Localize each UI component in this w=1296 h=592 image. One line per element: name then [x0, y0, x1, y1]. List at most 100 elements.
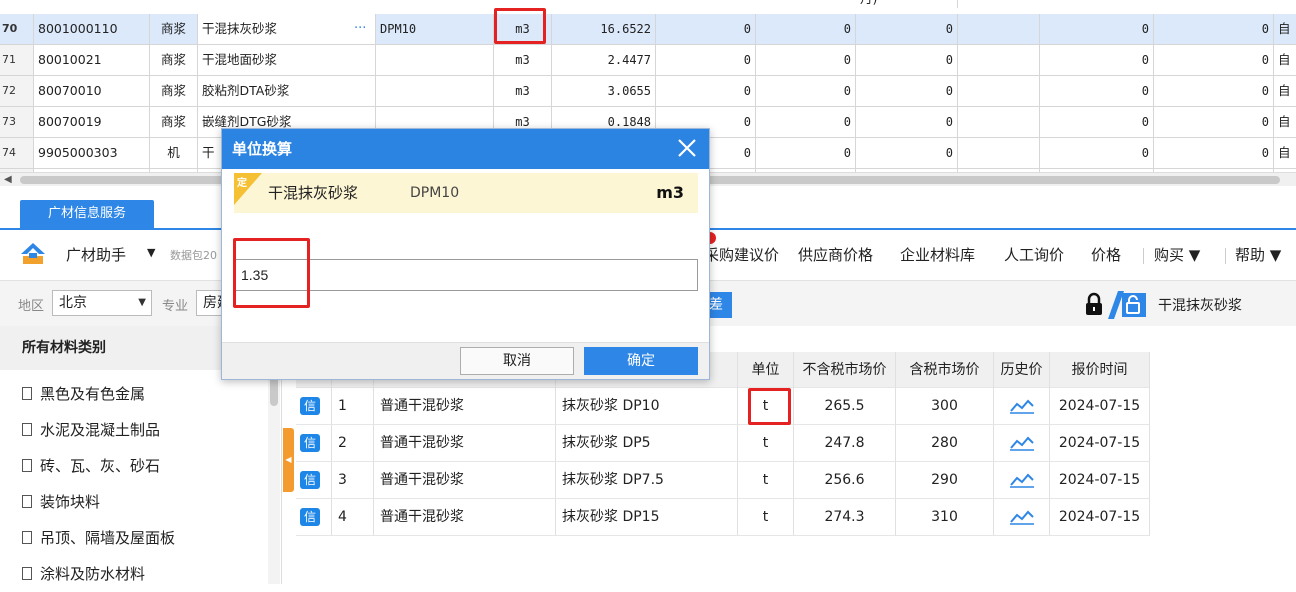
source-cell[interactable]: 自 — [1274, 107, 1296, 138]
results-header-cell[interactable]: 单位 — [738, 352, 794, 388]
toolbar-manual-inquiry[interactable]: 人工询价 — [1004, 244, 1064, 265]
cancel-button[interactable]: 取消 — [460, 347, 574, 375]
info-badge[interactable]: 信 — [296, 388, 332, 425]
value-cell[interactable]: 0 — [856, 138, 958, 169]
results-header-cell[interactable]: 不含税市场价 — [794, 352, 896, 388]
toolbar-supplier-price[interactable]: 供应商价格 — [798, 244, 873, 265]
value-cell[interactable]: 0 — [756, 138, 856, 169]
toolbar-help-menu[interactable]: 帮助 ▼ — [1235, 244, 1281, 265]
row-number[interactable]: 74 — [0, 138, 34, 169]
material-name[interactable]: 干混地面砂浆 — [198, 45, 376, 76]
sidebar-category-item[interactable]: 吊顶、隔墙及屋面板 — [0, 520, 270, 556]
grid-row[interactable]: 70 8001000110 商浆 干混抹灰砂浆 ··· DPM10 m3 16.6522 0 0 0… — [0, 14, 1296, 45]
info-badge[interactable]: 信 — [296, 462, 332, 499]
value-cell[interactable]: 0 — [1040, 76, 1154, 107]
value-cell[interactable]: 0 — [656, 45, 756, 76]
row-number[interactable]: 73 — [0, 107, 34, 138]
source-cell[interactable]: 自 — [1274, 138, 1296, 169]
value-cell[interactable]: 0 — [1154, 14, 1274, 45]
history-price-icon[interactable] — [994, 499, 1050, 536]
row-number[interactable]: 71 — [0, 45, 34, 76]
value-cell[interactable]: 0 — [1040, 107, 1154, 138]
source-cell[interactable]: 自 — [1274, 45, 1296, 76]
sidebar-category-item[interactable]: 黑色及有色金属 — [0, 376, 270, 412]
quantity[interactable]: 2.4477 — [552, 45, 656, 76]
row-number[interactable]: 70 — [0, 14, 34, 45]
row-number[interactable]: 72 — [0, 76, 34, 107]
info-badge-icon[interactable]: 信 — [300, 397, 320, 415]
value-cell[interactable] — [958, 76, 1040, 107]
quantity[interactable]: 3.0655 — [552, 76, 656, 107]
ok-button[interactable]: 确定 — [584, 347, 698, 375]
value-cell[interactable]: 0 — [856, 45, 958, 76]
lock-icon[interactable] — [1083, 292, 1105, 320]
sidebar-category-item[interactable]: 装饰块料 — [0, 484, 270, 520]
material-unit[interactable]: m3 — [494, 45, 552, 76]
toolbar-purchase-price[interactable]: 采购建议价 — [704, 244, 779, 265]
info-badge[interactable]: 信 — [296, 499, 332, 536]
material-name[interactable]: 胶粘剂DTA砂浆 — [198, 76, 376, 107]
material-type[interactable]: 商浆 — [150, 76, 198, 107]
value-cell[interactable]: 0 — [856, 107, 958, 138]
info-badge-icon[interactable]: 信 — [300, 434, 320, 452]
material-spec[interactable] — [376, 45, 494, 76]
material-spec[interactable]: DPM10 — [376, 14, 494, 45]
history-price-icon[interactable] — [994, 388, 1050, 425]
history-price-icon[interactable] — [994, 462, 1050, 499]
value-cell[interactable]: 0 — [656, 14, 756, 45]
value-cell[interactable]: 0 — [856, 14, 958, 45]
result-row[interactable]: 信 1 普通干混砂浆 抹灰砂浆 DP10 t 265.5 300 2024-07-15 — [296, 388, 1151, 425]
result-row[interactable]: 信 2 普通干混砂浆 抹灰砂浆 DP5 t 247.8 280 2024-07-15 — [296, 425, 1151, 462]
tab-material-info-service[interactable]: 广材信息服务 — [20, 200, 154, 228]
material-code[interactable]: 80070010 — [34, 76, 150, 107]
material-spec[interactable] — [376, 76, 494, 107]
value-cell[interactable]: 0 — [856, 76, 958, 107]
value-cell[interactable]: 0 — [1154, 76, 1274, 107]
more-options-icon[interactable]: ··· — [354, 14, 366, 44]
grid-row[interactable]: 71 80010021 商浆 干混地面砂浆 m3 2.4477 0 0 0 0 0 自 — [0, 45, 1296, 76]
value-cell[interactable]: 0 — [1154, 45, 1274, 76]
value-cell[interactable]: 0 — [1040, 14, 1154, 45]
sidebar-scrollbar[interactable] — [268, 370, 280, 584]
result-row[interactable]: 信 3 普通干混砂浆 抹灰砂浆 DP7.5 t 256.6 290 2024-07-15 — [296, 462, 1151, 499]
value-cell[interactable]: 0 — [756, 45, 856, 76]
value-cell[interactable]: 0 — [1040, 45, 1154, 76]
material-unit[interactable]: m3 — [494, 76, 552, 107]
sidebar-category-item[interactable]: 砖、瓦、灰、砂石 — [0, 448, 270, 484]
close-icon[interactable] — [675, 136, 699, 160]
material-name[interactable]: 干混抹灰砂浆 — [198, 14, 376, 45]
source-cell[interactable]: 自 — [1274, 14, 1296, 45]
conversion-factor-input[interactable]: 1.35 — [234, 259, 698, 291]
result-row[interactable]: 信 4 普通干混砂浆 抹灰砂浆 DP15 t 274.3 310 2024-07-15 — [296, 499, 1151, 536]
info-badge-icon[interactable]: 信 — [300, 508, 320, 526]
value-cell[interactable]: 0 — [1040, 138, 1154, 169]
material-type[interactable]: 商浆 — [150, 14, 198, 45]
sidebar-scroll-thumb[interactable] — [270, 376, 278, 406]
value-cell[interactable]: 0 — [756, 76, 856, 107]
material-search-input[interactable]: 干混抹灰砂浆 — [1158, 295, 1242, 315]
toolbar-buy-menu[interactable]: 购买 ▼ — [1154, 244, 1200, 265]
brand-caret-icon[interactable]: ▼ — [147, 246, 155, 259]
material-code[interactable]: 80070019 — [34, 107, 150, 138]
value-cell[interactable]: 0 — [656, 76, 756, 107]
value-cell[interactable]: 0 — [1154, 138, 1274, 169]
results-header-cell[interactable]: 含税市场价 — [896, 352, 994, 388]
sidebar-category-item[interactable]: 水泥及混凝土制品 — [0, 412, 270, 448]
source-cell[interactable]: 自 — [1274, 76, 1296, 107]
grid-row[interactable]: 72 80070010 商浆 胶粘剂DTA砂浆 m3 3.0655 0 0 0 0 0 自 — [0, 76, 1296, 107]
value-cell[interactable] — [958, 14, 1040, 45]
value-cell[interactable] — [958, 138, 1040, 169]
toolbar-price[interactable]: 价格 — [1091, 244, 1121, 265]
info-badge-icon[interactable]: 信 — [300, 471, 320, 489]
brand-label[interactable]: 广材助手 — [66, 244, 126, 265]
material-type[interactable]: 商浆 — [150, 107, 198, 138]
region-select[interactable]: 北京 ▼ — [52, 290, 152, 316]
info-badge[interactable]: 信 — [296, 425, 332, 462]
sidebar-category-item[interactable]: 涂料及防水材料 — [0, 556, 270, 592]
material-unit[interactable]: m3 — [494, 14, 552, 45]
material-code[interactable]: 8001000110 — [34, 14, 150, 45]
toolbar-enterprise-library[interactable]: 企业材料库 — [900, 244, 975, 265]
unlock-icon[interactable] — [1108, 291, 1148, 323]
quantity[interactable]: 16.6522 — [552, 14, 656, 45]
value-cell[interactable]: 0 — [1154, 107, 1274, 138]
